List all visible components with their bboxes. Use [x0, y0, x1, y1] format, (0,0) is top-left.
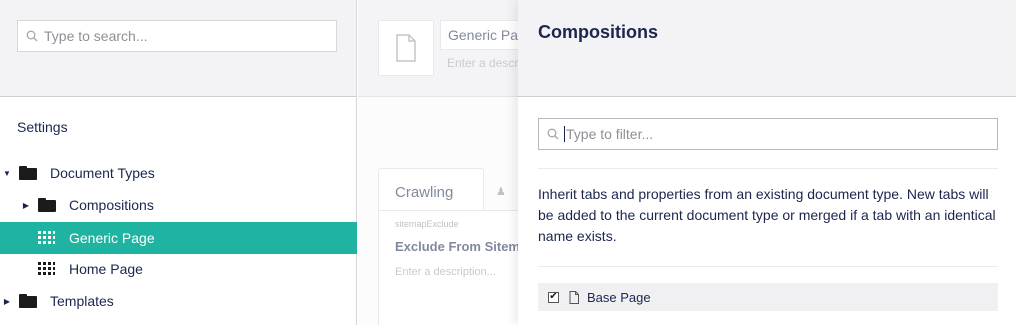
property-alias: sitemapExclude	[395, 219, 459, 229]
search-placeholder: Type to search...	[44, 28, 148, 44]
tree-item-label: Compositions	[69, 197, 154, 213]
caret-right-icon[interactable]: ▶	[21, 201, 31, 210]
folder-icon	[19, 294, 37, 308]
section-title: Settings	[17, 119, 68, 135]
tree-item-label: Home Page	[69, 261, 143, 277]
tree-item-compositions[interactable]: ▶ Compositions	[0, 189, 357, 221]
tree-item-document-types[interactable]: ▼ Document Types	[0, 157, 357, 189]
editor-header: Generic Page Enter a description...	[358, 0, 560, 97]
divider	[538, 266, 998, 267]
caret-right-icon[interactable]: ▶	[2, 297, 12, 306]
compositions-dialog: Compositions Type to filter... Inherit t…	[518, 0, 1016, 325]
doc-type-editor: Generic Page Enter a description... Craw…	[358, 0, 560, 325]
composition-item-base-page[interactable]: ✔ Base Page	[538, 283, 998, 311]
tree-item-home-page[interactable]: Home Page	[0, 253, 357, 285]
search-icon	[26, 30, 38, 42]
tree-header: Type to search...	[0, 0, 356, 97]
tree-item-label: Generic Page	[69, 230, 155, 246]
doc-type-icon-picker[interactable]	[378, 20, 434, 76]
folder-icon	[19, 166, 37, 180]
filter-input[interactable]: Type to filter...	[538, 118, 998, 150]
composition-label: Base Page	[587, 289, 651, 305]
compositions-header: Compositions	[518, 0, 1016, 97]
property-description[interactable]: Enter a description...	[395, 266, 496, 278]
folder-icon	[38, 198, 56, 212]
tab-label: Crawling	[395, 184, 454, 201]
search-icon	[547, 128, 559, 140]
property-name[interactable]: Exclude From Sitemap	[395, 239, 535, 254]
document-icon	[569, 290, 579, 304]
filter-placeholder: Type to filter...	[566, 126, 654, 142]
tree-search-input[interactable]: Type to search...	[17, 20, 337, 52]
compositions-info-text: Inherit tabs and properties from an exis…	[538, 186, 996, 244]
tree-item-label: Templates	[50, 293, 114, 309]
divider	[538, 168, 998, 169]
document-icon	[396, 34, 416, 62]
doc-type-grid-icon	[38, 231, 55, 245]
caret-down-icon[interactable]: ▼	[2, 169, 12, 178]
user-icon: ♟	[496, 186, 506, 198]
tree-item-templates[interactable]: ▶ Templates	[0, 285, 357, 317]
checkbox[interactable]: ✔	[548, 291, 559, 303]
text-cursor	[564, 126, 565, 142]
tree-item-label: Document Types	[50, 165, 155, 181]
tree-panel: Type to search... Settings ▼ Document Ty…	[0, 0, 357, 325]
doc-type-grid-icon	[38, 262, 55, 276]
tree-item-generic-page[interactable]: Generic Page	[0, 222, 357, 254]
dialog-title: Compositions	[538, 22, 658, 42]
